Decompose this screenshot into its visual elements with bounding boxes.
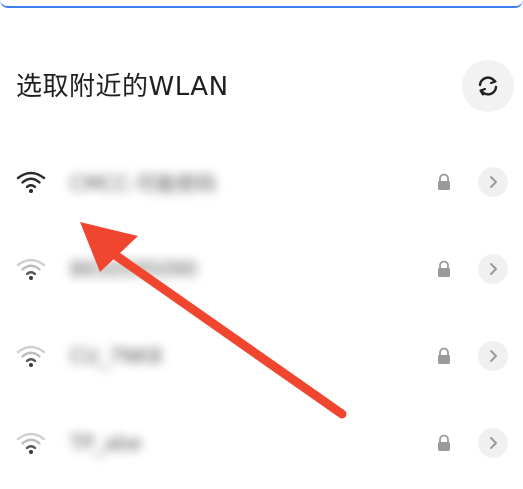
page-title: 选取附近的WLAN [16,72,229,102]
network-details-button[interactable] [478,340,508,371]
refresh-icon [478,76,498,96]
wifi-medium-icon [16,258,46,280]
network-item[interactable]: 8650595090 [0,225,523,312]
network-ssid: 8650595090 [70,256,198,281]
network-ssid: CU_7NK8 [70,343,163,368]
network-ssid: CMCC-可能密码 [70,171,217,195]
lock-icon [438,173,450,190]
top-panel-edge [0,0,523,8]
wifi-full-icon [16,171,46,193]
network-ssid: TP_abe [70,430,142,455]
lock-icon [438,434,450,451]
lock-icon [438,347,450,364]
chevron-right-icon [490,436,497,449]
refresh-button[interactable] [462,60,514,112]
wifi-medium-icon [16,432,46,454]
network-details-button[interactable] [478,253,508,284]
chevron-right-icon [490,349,497,362]
chevron-right-icon [490,175,497,188]
network-item[interactable]: CU_7NK8 [0,312,523,399]
network-details-button[interactable] [478,166,508,197]
network-item[interactable]: TP_abe [0,399,523,486]
wlan-network-list: CMCC-可能密码 8650595090 CU_7NK8 TP_abe [0,138,523,486]
network-item[interactable]: CMCC-可能密码 [0,138,523,225]
chevron-right-icon [490,262,497,275]
lock-icon [438,260,450,277]
wifi-medium-icon [16,345,46,367]
network-details-button[interactable] [478,427,508,458]
